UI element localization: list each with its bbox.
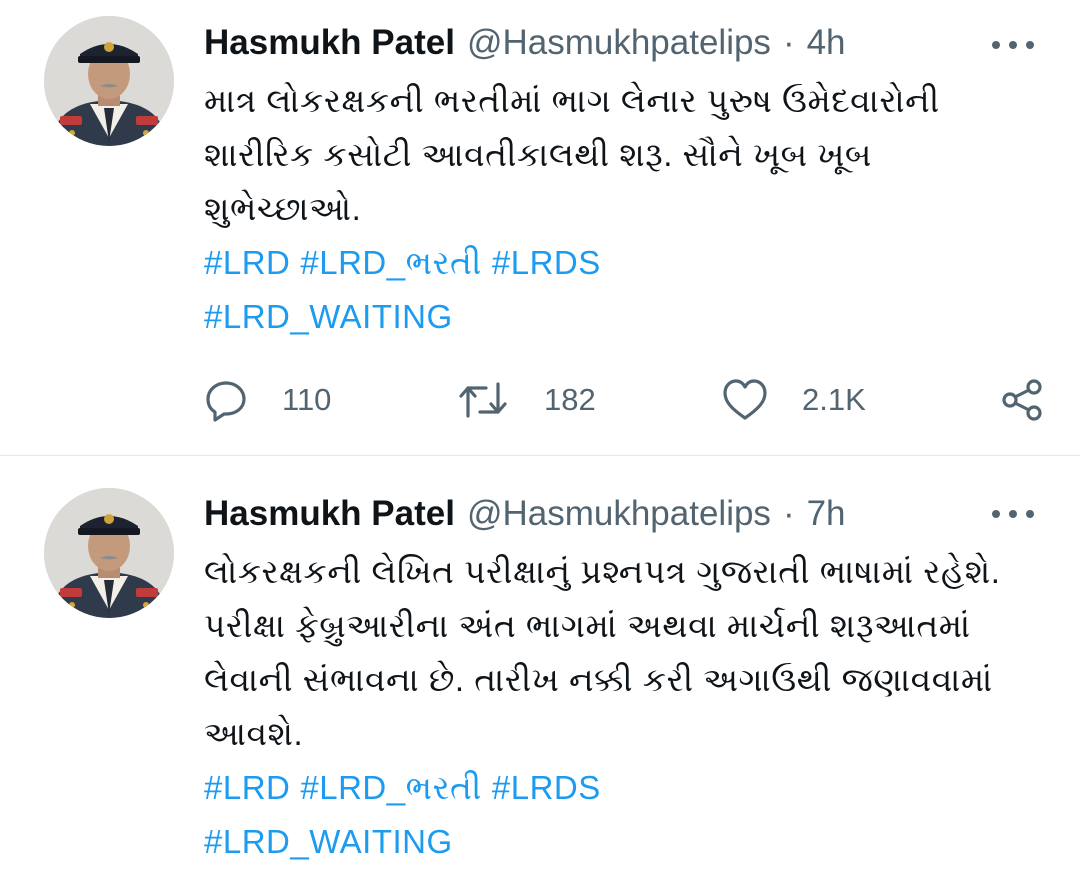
hashtag-link[interactable]: #LRDS: [492, 769, 601, 806]
retweet-icon: [459, 382, 507, 418]
heart-icon: [723, 379, 767, 420]
tweet[interactable]: Hasmukh Patel @Hasmukhpatelips · 4h માત્…: [0, 0, 1080, 455]
officer-avatar-image: [44, 488, 174, 618]
hashtag-link[interactable]: #LRDS: [492, 244, 601, 281]
author-name[interactable]: Hasmukh Patel: [204, 23, 455, 63]
tweet[interactable]: Hasmukh Patel @Hasmukhpatelips · 7h લોકર…: [0, 456, 1080, 880]
tweet-text-line: લોકરક્ષકની લેખિત પરીક્ષાનું પ્રશ્નપત્ર ગ…: [204, 553, 1001, 590]
author-handle[interactable]: @Hasmukhpatelips: [467, 23, 771, 63]
hashtag-line: #LRD #LRD_ભરતી #LRDS: [204, 761, 1064, 815]
hashtag-line: #LRD #LRD_ભરતી #LRDS: [204, 236, 1064, 290]
officer-avatar-image: [44, 16, 174, 146]
tweet-text-line: પરીક્ષા ફેબ્રુઆરીના અંત ભાગમાં અથવા માર્…: [204, 607, 971, 644]
hashtag-link[interactable]: #LRD_ભરતી: [300, 244, 482, 281]
hashtag-link[interactable]: #LRD_WAITING: [204, 823, 453, 860]
tweet-header: Hasmukh Patel @Hasmukhpatelips · 4h: [204, 18, 846, 68]
separator-dot: ·: [782, 23, 795, 62]
timestamp[interactable]: 7h: [807, 494, 846, 534]
reply-button[interactable]: 110: [204, 372, 331, 428]
like-button[interactable]: 2.1K: [722, 372, 866, 428]
separator-dot: ·: [782, 494, 795, 533]
tweet-text: માત્ર લોકરક્ષકની ભરતીમાં ભાગ લેનાર પુરુષ…: [204, 74, 1064, 344]
hashtag-link[interactable]: #LRD_ભરતી: [300, 769, 482, 806]
tweet-text-line: માત્ર લોકરક્ષકની ભરતીમાં ભાગ લેનાર પુરુષ…: [204, 82, 940, 119]
like-count: 2.1K: [802, 382, 866, 417]
share-icon: [1002, 379, 1042, 421]
reply-icon: [206, 381, 246, 422]
tweet-text-line: આવશે.: [204, 715, 304, 752]
retweet-button[interactable]: 182: [456, 372, 596, 428]
more-icon[interactable]: [992, 507, 1034, 521]
author-handle[interactable]: @Hasmukhpatelips: [467, 494, 771, 534]
tweet-header: Hasmukh Patel @Hasmukhpatelips · 7h: [204, 489, 846, 539]
hashtag-line: #LRD_WAITING: [204, 815, 1064, 869]
timestamp[interactable]: 4h: [807, 23, 846, 63]
tweet-actions: 110 182 2.1K: [204, 372, 1044, 428]
tweet-text-line: શારીરિક કસોટી આવતીકાલથી શરૂ. સૌને ખૂબ ખૂ…: [204, 136, 872, 173]
author-name[interactable]: Hasmukh Patel: [204, 494, 455, 534]
tweet-text: લોકરક્ષકની લેખિત પરીક્ષાનું પ્રશ્નપત્ર ગ…: [204, 545, 1064, 869]
more-icon[interactable]: [992, 38, 1034, 52]
hashtag-link[interactable]: #LRD: [204, 244, 290, 281]
avatar[interactable]: [44, 16, 174, 146]
hashtag-link[interactable]: #LRD: [204, 769, 290, 806]
hashtag-link[interactable]: #LRD_WAITING: [204, 298, 453, 335]
tweet-text-line: લેવાની સંભાવના છે. તારીખ નક્કી કરી અગાઉથ…: [204, 661, 993, 698]
hashtag-line: #LRD_WAITING: [204, 290, 1064, 344]
reply-count: 110: [282, 382, 332, 417]
tweet-text-line: શુભેચ્છાઓ.: [204, 190, 362, 227]
avatar[interactable]: [44, 488, 174, 618]
retweet-count: 182: [544, 382, 596, 417]
share-button[interactable]: [1000, 372, 1044, 428]
